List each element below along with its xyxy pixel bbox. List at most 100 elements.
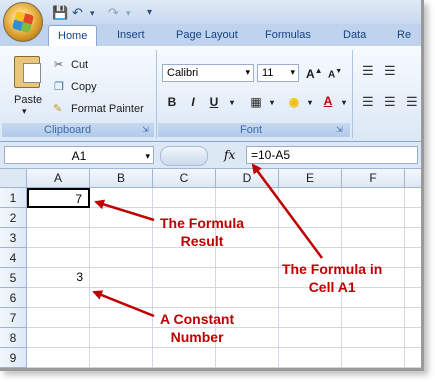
paste-dropdown-icon[interactable]: ▾ <box>22 106 27 117</box>
cell-a5[interactable]: 3 <box>27 268 90 288</box>
borders-icon[interactable]: ▦ <box>248 93 264 111</box>
grid-cell[interactable] <box>153 188 216 208</box>
font-color-icon[interactable]: A <box>320 92 336 110</box>
row-header-5[interactable]: 5 <box>0 268 27 288</box>
font-launcher-icon[interactable]: ⇲ <box>336 125 343 134</box>
column-header-b[interactable]: B <box>90 169 153 188</box>
clipboard-launcher-icon[interactable]: ⇲ <box>142 125 149 134</box>
align-left-icon[interactable]: ☰ <box>362 94 374 110</box>
italic-button[interactable]: I <box>185 93 201 111</box>
row-header-1[interactable]: 1 <box>0 188 27 208</box>
font-name-combo[interactable]: Calibri ▾ <box>162 64 254 82</box>
grid-cell[interactable] <box>27 288 90 308</box>
office-button[interactable] <box>3 2 43 42</box>
grid-cell[interactable] <box>90 348 153 368</box>
chevron-down-icon[interactable]: ▾ <box>145 147 150 165</box>
align-middle-icon[interactable]: ☰ <box>384 63 396 79</box>
name-box[interactable]: A1 ▾ <box>4 146 154 164</box>
grid-cell[interactable] <box>216 188 279 208</box>
column-header-a[interactable]: A <box>27 169 90 188</box>
redo-icon[interactable]: ↷ <box>108 5 119 21</box>
formula-bar-handle[interactable] <box>160 146 208 166</box>
copy-button[interactable]: Copy <box>71 81 97 93</box>
fill-color-dropdown-icon[interactable]: ▾ <box>302 94 318 112</box>
grid-cell[interactable] <box>90 308 153 328</box>
grid-cell[interactable] <box>279 208 342 228</box>
grid-cell[interactable] <box>153 268 216 288</box>
insert-function-icon[interactable]: fx <box>224 148 235 162</box>
column-header-c[interactable]: C <box>153 169 216 188</box>
save-icon[interactable]: 💾 <box>52 5 68 21</box>
chevron-down-icon[interactable]: ▾ <box>290 67 295 78</box>
grid-cell[interactable] <box>153 248 216 268</box>
column-header-e[interactable]: E <box>279 169 342 188</box>
row-header-6[interactable]: 6 <box>0 288 27 308</box>
cut-button[interactable]: Cut <box>71 59 88 71</box>
grid-cell[interactable] <box>216 248 279 268</box>
grid-cell[interactable] <box>405 328 421 348</box>
grid-cell[interactable] <box>279 308 342 328</box>
grid-cell[interactable] <box>27 228 90 248</box>
fill-color-icon[interactable]: ◉ <box>286 93 302 111</box>
tab-insert[interactable]: Insert <box>117 29 145 41</box>
grow-font-icon[interactable]: A▲ <box>306 66 323 81</box>
paste-button[interactable]: Paste <box>14 94 42 106</box>
underline-dropdown-icon[interactable]: ▾ <box>224 94 240 112</box>
grid-cell[interactable] <box>216 268 279 288</box>
grid-cell[interactable] <box>90 248 153 268</box>
grid-cell[interactable] <box>405 348 421 368</box>
grid-cell[interactable] <box>405 188 421 208</box>
format-painter-button[interactable]: Format Painter <box>71 103 144 115</box>
grid-cell[interactable] <box>153 348 216 368</box>
select-all-corner[interactable] <box>0 169 27 188</box>
shrink-font-icon[interactable]: A▼ <box>328 68 342 80</box>
undo-dropdown-icon[interactable]: ▾ <box>90 8 95 19</box>
tab-data[interactable]: Data <box>343 29 366 41</box>
tab-formulas[interactable]: Formulas <box>265 29 311 41</box>
grid-cell[interactable] <box>279 228 342 248</box>
grid-cell[interactable] <box>27 308 90 328</box>
row-header-9[interactable]: 9 <box>0 348 27 368</box>
grid-cell[interactable] <box>90 328 153 348</box>
grid-cell[interactable] <box>342 328 405 348</box>
formula-input[interactable]: =10-A5 <box>246 146 418 164</box>
bold-button[interactable]: B <box>164 93 180 111</box>
grid-cell[interactable] <box>27 248 90 268</box>
redo-dropdown-icon[interactable]: ▾ <box>126 8 131 19</box>
grid-cell[interactable] <box>342 228 405 248</box>
column-header-g[interactable] <box>405 169 421 188</box>
grid-cell[interactable] <box>216 348 279 368</box>
underline-button[interactable]: U <box>206 93 222 111</box>
borders-dropdown-icon[interactable]: ▾ <box>264 94 280 112</box>
grid-cell[interactable] <box>90 208 153 228</box>
row-header-3[interactable]: 3 <box>0 228 27 248</box>
grid-cell[interactable] <box>405 288 421 308</box>
cell-a1[interactable]: 7 <box>27 188 90 208</box>
customize-qat-icon[interactable]: ▾ <box>147 7 152 18</box>
grid-cell[interactable] <box>342 188 405 208</box>
align-top-icon[interactable]: ☰ <box>362 63 374 79</box>
grid-cell[interactable] <box>27 328 90 348</box>
align-right-icon[interactable]: ☰ <box>406 94 418 110</box>
row-header-7[interactable]: 7 <box>0 308 27 328</box>
grid-cell[interactable] <box>405 268 421 288</box>
grid-cell[interactable] <box>90 228 153 248</box>
grid-cell[interactable] <box>405 228 421 248</box>
grid-cell[interactable] <box>342 308 405 328</box>
tab-home[interactable]: Home <box>48 25 98 46</box>
row-header-2[interactable]: 2 <box>0 208 27 228</box>
grid-cell[interactable] <box>90 268 153 288</box>
font-color-dropdown-icon[interactable]: ▾ <box>336 94 352 112</box>
font-size-combo[interactable]: 11 ▾ <box>257 64 299 82</box>
column-header-d[interactable]: D <box>216 169 279 188</box>
tab-review[interactable]: Re <box>397 29 411 41</box>
grid-cell[interactable] <box>153 288 216 308</box>
grid-cell[interactable] <box>27 348 90 368</box>
row-header-4[interactable]: 4 <box>0 248 27 268</box>
grid-cell[interactable] <box>342 208 405 228</box>
column-header-f[interactable]: F <box>342 169 405 188</box>
grid-cell[interactable] <box>342 348 405 368</box>
row-header-8[interactable]: 8 <box>0 328 27 348</box>
grid-cell[interactable] <box>27 208 90 228</box>
grid-cell[interactable] <box>90 288 153 308</box>
